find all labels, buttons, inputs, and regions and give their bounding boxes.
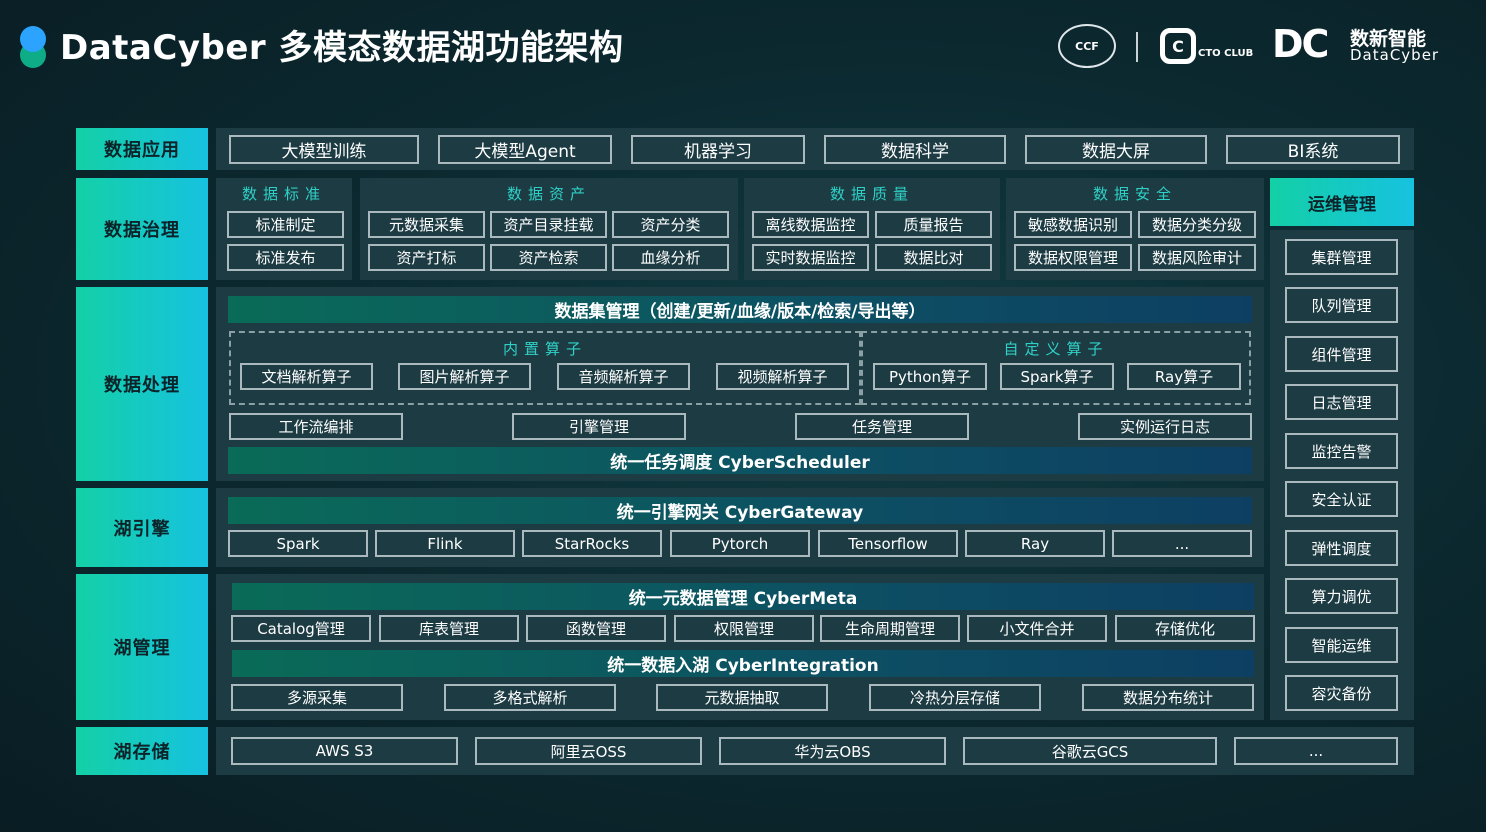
gov-item: 资产分类 — [612, 211, 729, 238]
gov-item: 标准制定 — [227, 211, 344, 238]
meta-item: 小文件合并 — [967, 615, 1107, 642]
cto-club-logo: C — [1160, 28, 1196, 64]
logo-divider — [1136, 32, 1138, 62]
gov-item: 资产打标 — [368, 244, 485, 271]
gov-security-title: 数据安全 — [1092, 184, 1177, 203]
page-title: DataCyber 多模态数据湖功能架构 — [60, 28, 624, 68]
integration-item: 数据分布统计 — [1082, 684, 1254, 711]
ccf-logo: CCF — [1058, 24, 1116, 68]
gov-item: 实时数据监控 — [752, 244, 869, 271]
proc-tool-item: 实例运行日志 — [1078, 413, 1252, 440]
gov-item: 元数据采集 — [368, 211, 485, 238]
integration-item: 冷热分层存储 — [869, 684, 1041, 711]
engine-item: Flink — [375, 530, 515, 557]
engine-item: ... — [1112, 530, 1252, 557]
custom-operators-title: 自定义算子 — [1003, 339, 1109, 358]
storage-item: ... — [1234, 737, 1398, 765]
operator-item: 音频解析算子 — [557, 363, 690, 390]
gov-item: 数据权限管理 — [1014, 244, 1132, 271]
gov-item: 离线数据监控 — [752, 211, 869, 238]
gov-item: 敏感数据识别 — [1014, 211, 1132, 238]
gov-item: 血缘分析 — [612, 244, 729, 271]
row-label-engine: 湖引擎 — [76, 488, 208, 567]
app-item: 机器学习 — [631, 135, 805, 164]
gov-standard-title: 数据标准 — [241, 184, 326, 203]
operator-item: 文档解析算子 — [240, 363, 373, 390]
ops-item: 组件管理 — [1285, 336, 1398, 372]
cyberintegration-bar: 统一数据入湖 CyberIntegration — [232, 650, 1254, 677]
storage-item: AWS S3 — [231, 737, 458, 765]
gov-item: 质量报告 — [875, 211, 992, 238]
datacyber-logo: DC — [1272, 22, 1329, 66]
row-label-gov: 数据治理 — [76, 178, 208, 280]
storage-item: 阿里云OSS — [475, 737, 702, 765]
operator-item: 视频解析算子 — [716, 363, 849, 390]
storage-item: 谷歌云GCS — [963, 737, 1217, 765]
engine-item: Ray — [965, 530, 1105, 557]
ops-item: 队列管理 — [1285, 287, 1398, 323]
row-label-storage: 湖存储 — [76, 727, 208, 775]
ops-item: 智能运维 — [1285, 627, 1398, 663]
scheduler-bar: 统一任务调度 CyberScheduler — [228, 447, 1252, 474]
meta-item: 库表管理 — [379, 615, 519, 642]
integration-item: 元数据抽取 — [656, 684, 828, 711]
ops-item: 安全认证 — [1285, 481, 1398, 517]
ops-item: 弹性调度 — [1285, 530, 1398, 566]
engine-item: StarRocks — [522, 530, 662, 557]
storage-item: 华为云OBS — [719, 737, 946, 765]
app-item: 数据科学 — [824, 135, 1006, 164]
operator-item: Python算子 — [873, 363, 987, 390]
gov-quality-title: 数据质量 — [829, 184, 914, 203]
cto-club-text: CTO CLUB — [1198, 48, 1254, 59]
builtin-operators-title: 内置算子 — [502, 339, 587, 358]
row-label-proc: 数据处理 — [76, 287, 208, 481]
ops-item: 容灾备份 — [1285, 675, 1398, 711]
row-label-mgmt: 湖管理 — [76, 574, 208, 720]
brand-dot-blue — [20, 26, 46, 52]
meta-item: Catalog管理 — [231, 615, 371, 642]
gov-item: 数据比对 — [875, 244, 992, 271]
gov-item: 数据风险审计 — [1138, 244, 1256, 271]
gateway-bar: 统一引擎网关 CyberGateway — [228, 497, 1252, 524]
app-item: BI系统 — [1226, 135, 1400, 164]
meta-item: 生命周期管理 — [820, 615, 960, 642]
ops-item: 日志管理 — [1285, 384, 1398, 420]
integration-item: 多格式解析 — [444, 684, 616, 711]
meta-item: 权限管理 — [674, 615, 814, 642]
datacyber-logo-en: DataCyber — [1350, 46, 1440, 64]
meta-item: 函数管理 — [526, 615, 666, 642]
app-item: 大模型Agent — [438, 135, 612, 164]
gov-item: 资产检索 — [490, 244, 607, 271]
dataset-management-bar: 数据集管理（创建/更新/血缘/版本/检索/导出等） — [228, 296, 1252, 323]
integration-item: 多源采集 — [231, 684, 403, 711]
proc-tool-item: 任务管理 — [795, 413, 969, 440]
cybermeta-bar: 统一元数据管理 CyberMeta — [232, 583, 1254, 610]
engine-item: Spark — [228, 530, 368, 557]
gov-item: 数据分类分级 — [1138, 211, 1256, 238]
proc-tool-item: 引擎管理 — [512, 413, 686, 440]
ops-item: 算力调优 — [1285, 578, 1398, 614]
ops-item: 集群管理 — [1285, 239, 1398, 275]
operator-item: 图片解析算子 — [398, 363, 531, 390]
proc-tool-item: 工作流编排 — [229, 413, 403, 440]
app-item: 数据大屏 — [1025, 135, 1207, 164]
ops-management-header: 运维管理 — [1270, 178, 1414, 226]
row-label-app: 数据应用 — [76, 128, 208, 170]
meta-item: 存储优化 — [1115, 615, 1255, 642]
ops-item: 监控告警 — [1285, 433, 1398, 469]
engine-item: Tensorflow — [818, 530, 958, 557]
operator-item: Spark算子 — [1000, 363, 1114, 390]
gov-item: 标准发布 — [227, 244, 344, 271]
operator-item: Ray算子 — [1127, 363, 1241, 390]
app-item: 大模型训练 — [229, 135, 419, 164]
engine-item: Pytorch — [670, 530, 810, 557]
gov-item: 资产目录挂载 — [490, 211, 607, 238]
gov-asset-title: 数据资产 — [506, 184, 591, 203]
